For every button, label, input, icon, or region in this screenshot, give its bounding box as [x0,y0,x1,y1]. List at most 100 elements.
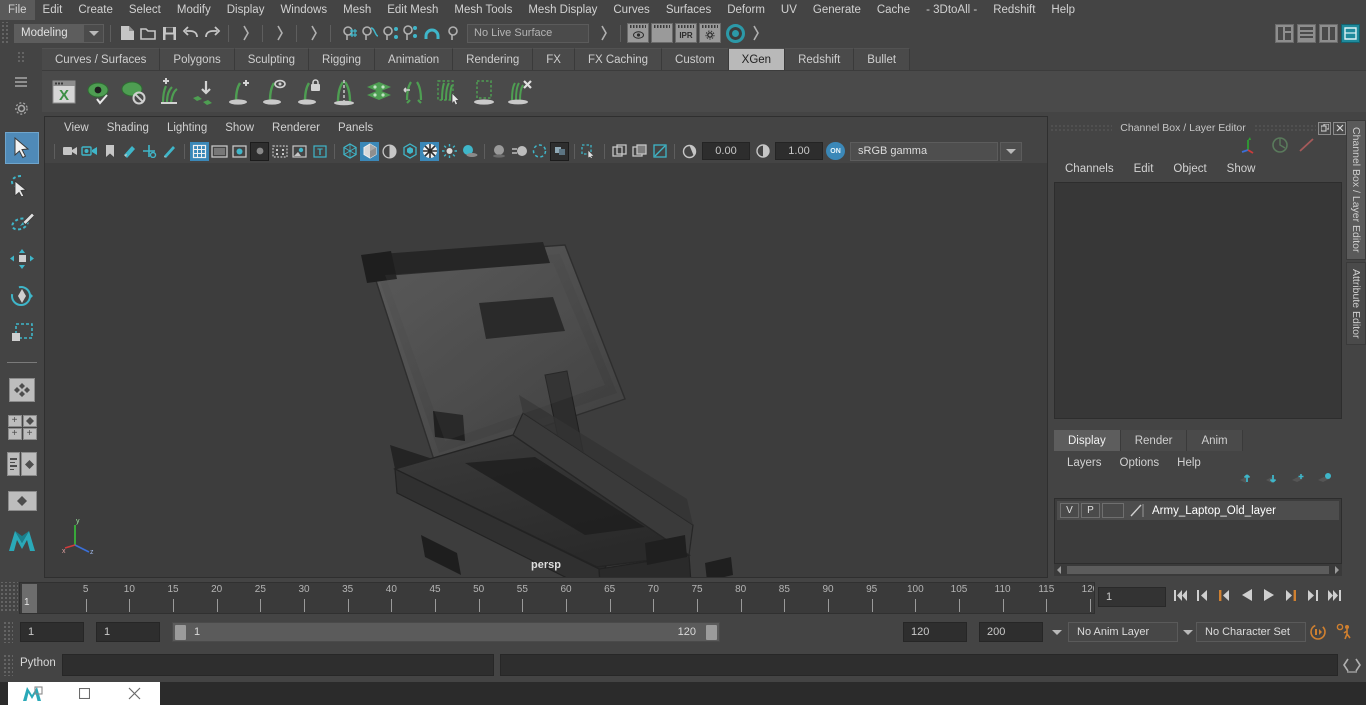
channel-menu-object[interactable]: Object [1163,158,1216,180]
command-language-label[interactable]: Python [20,657,56,669]
menu-mesh-display[interactable]: Mesh Display [520,0,605,20]
snap-to-projected-center-icon[interactable] [400,23,421,44]
menu-curves[interactable]: Curves [605,0,657,20]
slope-gizmo-icon[interactable] [1298,136,1316,159]
step-forward-keyframe-icon[interactable] [1304,586,1321,604]
play-backwards-icon[interactable] [1238,586,1255,604]
viewport-menu-renderer[interactable]: Renderer [263,117,329,139]
render-sequence-icon[interactable] [651,23,673,43]
xgen-window-icon[interactable]: X [48,76,80,108]
xgen-region-select-icon[interactable] [468,76,500,108]
menu-mesh-tools[interactable]: Mesh Tools [446,0,520,20]
xray-icon[interactable] [610,142,629,161]
go-to-start-icon[interactable] [1172,586,1189,604]
select-tool[interactable] [5,132,39,164]
animation-end-time-field[interactable]: 200 [979,622,1043,642]
outliner-persp-layout[interactable] [5,448,39,480]
chevron-down-icon[interactable] [1000,141,1022,161]
axis-gizmo-icon[interactable] [1240,136,1262,159]
new-layer-icon[interactable] [1291,472,1306,490]
layer-row[interactable]: V P Army_Laptop_Old_layer [1057,501,1339,520]
render-settings-icon[interactable] [699,23,721,43]
film-origin-icon[interactable] [270,142,289,161]
range-slider-right-handle[interactable] [706,624,717,640]
menu-3dtoall[interactable]: - 3DtoAll - [918,0,985,20]
2d-pan-zoom-icon[interactable] [140,142,159,161]
chevron-down-icon[interactable] [1180,624,1196,640]
camera-attributes-icon[interactable] [80,142,99,161]
vtab-channel-box-layer-editor[interactable]: Channel Box / Layer Editor [1346,120,1366,260]
gate-mask-icon[interactable] [250,141,269,161]
scroll-right-icon[interactable] [1331,565,1342,576]
scale-tool[interactable] [5,317,39,349]
shelf-tab-animation[interactable]: Animation [375,48,454,70]
screen-space-ao-icon[interactable] [490,142,509,161]
layer-shading-toggle[interactable] [1102,503,1124,518]
menu-redshift[interactable]: Redshift [985,0,1043,20]
layer-menu-options[interactable]: Options [1111,453,1169,473]
shelf-tab-bullet[interactable]: Bullet [854,48,911,70]
wireframe-icon[interactable] [340,142,359,161]
ipr-render-icon[interactable]: IPR [675,23,697,43]
panel-grip-right[interactable] [1253,123,1316,133]
color-management-toggle-icon[interactable]: ON [826,142,845,160]
xgen-delete-guide-icon[interactable] [503,76,535,108]
snap-to-curve-icon[interactable] [358,23,379,44]
xgen-mirror-guide-icon[interactable] [328,76,360,108]
new-layer-from-selected-icon[interactable] [1317,472,1332,490]
scroll-left-icon[interactable] [1054,565,1065,576]
range-slider[interactable]: 1 120 [172,622,720,642]
move-layer-down-icon[interactable] [1265,472,1280,490]
layer-visibility-toggle[interactable]: V [1060,503,1079,518]
snap-to-point-icon[interactable] [379,23,400,44]
exposure-value[interactable]: 0.00 [702,142,750,160]
panel-grip-left[interactable] [1050,123,1113,133]
command-input-field[interactable] [62,654,494,676]
xgen-select-guides-icon[interactable] [433,76,465,108]
xgen-place-guide-icon[interactable] [188,76,220,108]
range-end-time-field[interactable]: 120 [903,622,967,642]
shelf-tab-curves-surfaces[interactable]: Curves / Surfaces [42,48,161,70]
menu-cache[interactable]: Cache [869,0,918,20]
snap-to-view-plane-icon[interactable] [442,23,463,44]
go-to-end-icon[interactable] [1326,586,1343,604]
rotate-tool[interactable] [5,280,39,312]
show-hide-channel-box-icon[interactable] [1319,23,1338,43]
shelf-grip[interactable] [16,51,26,63]
color-space-selector[interactable]: sRGB gamma [850,141,998,161]
menu-surfaces[interactable]: Surfaces [658,0,719,20]
channel-menu-channels[interactable]: Channels [1055,158,1124,180]
select-by-object-icon[interactable] [269,23,290,44]
show-hide-modeling-toolkit-icon[interactable] [1275,23,1294,43]
menu-set-selector[interactable]: Modeling [14,23,104,43]
xgen-guide-display-icon[interactable] [258,76,290,108]
contrast-adjust-icon[interactable] [753,142,772,161]
persp-graph-layout[interactable] [5,485,39,517]
image-plane-icon[interactable] [120,142,139,161]
resolution-gate-icon[interactable] [230,142,249,161]
menu-modify[interactable]: Modify [169,0,219,20]
menu-generate[interactable]: Generate [805,0,869,20]
layer-color-swatch-icon[interactable] [1129,503,1145,518]
new-scene-icon[interactable] [117,23,138,44]
display-layers-list[interactable]: V P Army_Laptop_Old_layer [1054,498,1342,564]
viewport-menu-show[interactable]: Show [216,117,263,139]
auto-keyframe-icon[interactable] [1308,624,1328,640]
layer-menu-help[interactable]: Help [1168,453,1210,473]
textured-icon[interactable] [420,141,439,161]
layer-tab-render[interactable]: Render [1120,430,1188,451]
minimize-window-icon[interactable] [59,682,110,705]
open-scene-icon[interactable] [138,23,159,44]
shelf-tab-polygons[interactable]: Polygons [160,48,235,70]
shelf-tab-sculpting[interactable]: Sculpting [234,48,310,70]
show-hide-attribute-editor-icon[interactable] [1297,23,1316,43]
grid-icon[interactable] [190,141,209,161]
character-set-selector[interactable]: No Character Set [1196,622,1306,642]
shelf-tab-fx[interactable]: FX [533,48,575,70]
menu-edit-mesh[interactable]: Edit Mesh [379,0,446,20]
range-bar-grip[interactable] [3,621,13,643]
menu-file[interactable]: File [0,0,35,20]
viewport-menu-panels[interactable]: Panels [329,117,382,139]
four-view-layout[interactable] [5,374,39,406]
chevron-down-icon[interactable] [1049,624,1065,640]
